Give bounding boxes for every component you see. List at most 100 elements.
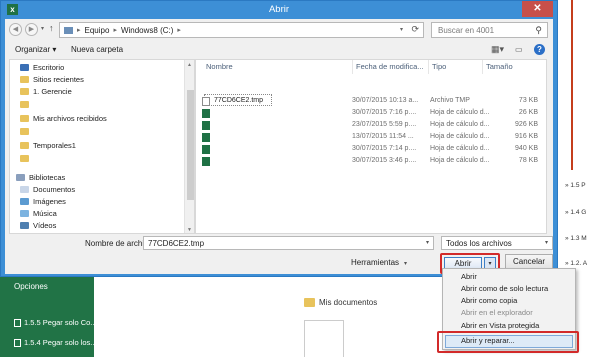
address-bar[interactable]: ▸ Equipo ▸ Windows8 (C:) ▸ ▾ ⟳ [59,22,424,38]
sidebar-item-label: Música [33,209,57,218]
menu-item-abrir[interactable]: Abrir [461,272,477,281]
command-bar: Organizar ▾ Nueva carpeta ▦▾ ▭ ? [5,41,553,59]
chevron-right-icon[interactable]: ▸ [77,26,81,34]
scroll-down-icon[interactable]: ▼ [187,227,192,233]
new-folder-button[interactable]: Nueva carpeta [71,45,123,54]
file-icon [14,318,21,327]
file-size: 73 KB [518,97,538,104]
column-header-size[interactable]: Tamaño [486,62,513,71]
sidebar-item-folder[interactable] [20,155,33,162]
recent-locations-icon[interactable]: ▾ [41,25,44,32]
file-type: Hoja de cálculo d... [430,109,490,116]
filename-field[interactable]: 77CD6CE2.tmp ▾ [143,236,434,250]
menu-item-read-only[interactable]: Abrir como de solo lectura [461,284,548,293]
sidebar-item-sitios-recientes[interactable]: Sitios recientes [20,75,84,84]
close-button[interactable]: ✕ [522,1,553,17]
desktop-icon [20,64,29,71]
file-row[interactable]: 77CD6CE2.tmp 30/07/2015 10:13 a... Archi… [202,96,542,107]
title-bar[interactable]: x Abrir ✕ [1,1,557,19]
preview-pane-icon[interactable]: ▭ [515,45,523,54]
videos-icon [20,222,29,229]
organize-button[interactable]: Organizar ▾ [15,45,56,54]
folder-icon [20,142,29,149]
column-divider[interactable] [428,60,429,74]
menu-item-open-in-explorer: Abrir en el explorador [461,308,533,317]
snippet: » 1.5 P [565,182,586,189]
folder-icon [20,88,29,95]
filetype-select[interactable]: Todos los archivos ▾ [441,236,553,250]
refresh-icon[interactable]: ⟳ [411,24,419,35]
excel-file-icon [202,109,210,118]
file-size: 26 KB [518,109,538,116]
chevron-right-icon[interactable]: ▸ [177,26,181,34]
breadcrumb-item[interactable]: Equipo [85,26,110,35]
column-header-type[interactable]: Tipo [432,62,446,71]
sidebar-item-mis-archivos-recibidos[interactable]: Mis archivos recibidos [20,114,107,123]
dialog-title: Abrir [268,4,290,15]
back-icon[interactable]: ◀ [9,23,22,36]
sidebar-item-imagenes[interactable]: Imágenes [20,197,66,206]
sidebar-item-folder[interactable] [20,128,33,135]
file-type: Hoja de cálculo d... [430,157,490,164]
menu-item-protected-view[interactable]: Abrir en Vista protegida [461,321,539,330]
document-thumbnail[interactable] [304,320,344,357]
chevron-down-icon: ▾ [404,261,408,267]
sidebar-item-videos[interactable]: Vídeos [20,221,56,230]
navpane-scrollbar[interactable]: ▲ ▼ [184,60,194,233]
file-row[interactable]: 30/07/2015 7:16 p.... Hoja de cálculo d.… [202,108,542,119]
snippet: » 1.3 M [565,235,587,242]
file-date: 30/07/2015 3:46 p.... [352,157,417,164]
view-options-icon[interactable]: ▦▾ [491,44,504,55]
tools-button[interactable]: Herramientas ▾ [351,258,407,267]
chevron-down-icon[interactable]: ▾ [400,26,403,33]
folder-icon [20,115,29,122]
file-row[interactable]: 30/07/2015 7:14 p.... Hoja de cálculo d.… [202,144,542,155]
sidebar-item-bibliotecas[interactable]: Bibliotecas [16,173,65,182]
filename-value: 77CD6CE2.tmp [148,239,205,248]
file-type: Hoja de cálculo d... [430,145,490,152]
recent-item[interactable]: 1.5.4 Pegar solo los... [14,338,97,347]
navigation-pane: Escritorio Sitios recientes 1. Gerencie … [9,59,195,234]
scrollbar-thumb[interactable] [187,90,194,200]
search-input[interactable]: Buscar en 4001 [438,26,494,35]
file-row[interactable]: 30/07/2015 3:46 p.... Hoja de cálculo d.… [202,156,542,167]
column-header-date[interactable]: Fecha de modifica... [356,62,424,71]
column-divider[interactable] [482,60,483,74]
sidebar-item-documentos[interactable]: Documentos [20,185,75,194]
scroll-up-icon[interactable]: ▲ [187,62,192,68]
search-box[interactable]: Buscar en 4001 ⚲ [431,22,548,38]
sidebar-item-temporales1[interactable]: Temporales1 [20,141,76,150]
sidebar-item-musica[interactable]: Música [20,209,57,218]
sidebar-item-label: Mis archivos recibidos [33,114,107,123]
recent-item[interactable]: 1.5.5 Pegar solo Co... [14,318,97,327]
sidebar-item-gerencie[interactable]: 1. Gerencie [20,87,72,96]
chevron-down-icon[interactable]: ▾ [426,239,429,246]
chevron-right-icon[interactable]: ▸ [113,26,117,34]
sidebar-item-folder[interactable] [20,101,33,108]
file-size: 926 KB [515,121,538,128]
pictures-icon [20,198,29,205]
options-item[interactable]: Opciones [14,282,48,291]
cancel-button[interactable]: Cancelar [505,254,553,269]
tools-label: Herramientas [351,258,400,267]
chevron-down-icon[interactable]: ▾ [545,239,548,246]
recent-item-label: 1.5.4 Pegar solo los... [24,338,97,347]
column-header-name[interactable]: Nombre [206,62,233,71]
forward-icon[interactable]: ▶ [25,23,38,36]
mis-documentos-label[interactable]: Mis documentos [319,298,377,307]
excel-file-icon [202,157,210,166]
menu-item-open-copy[interactable]: Abrir como copia [461,296,517,305]
filetype-value: Todos los archivos [446,239,512,248]
up-icon[interactable]: ↑ [49,23,54,33]
file-type: Hoja de cálculo d... [430,121,490,128]
folder-icon [20,128,29,135]
breadcrumb-item[interactable]: Windows8 (C:) [121,26,173,35]
sidebar-item-escritorio[interactable]: Escritorio [20,63,64,72]
file-date: 30/07/2015 7:14 p.... [352,145,417,152]
file-row[interactable]: 23/07/2015 5:59 p.... Hoja de cálculo d.… [202,120,542,131]
sidebar-item-label: Vídeos [33,221,57,230]
file-row[interactable]: 13/07/2015 11:54 ... Hoja de cálculo d..… [202,132,542,143]
help-icon[interactable]: ? [534,44,545,55]
column-divider[interactable] [352,60,353,74]
tmp-file-icon [202,97,210,106]
